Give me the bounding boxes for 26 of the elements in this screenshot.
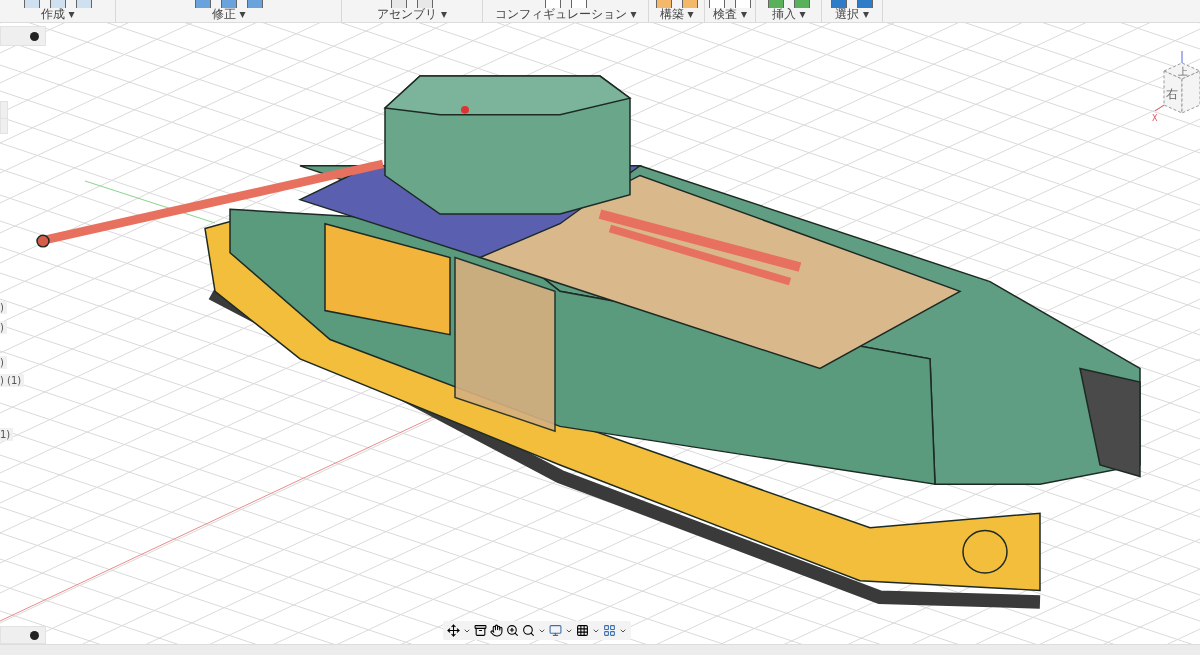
browser-item[interactable]: ) (1) — [0, 374, 25, 387]
toolbar-menu[interactable]: 検査 ▾ — [713, 8, 747, 21]
monitor-icon[interactable] — [549, 624, 562, 637]
collapse-icon[interactable] — [30, 31, 39, 41]
browser-item[interactable]: ) — [0, 356, 7, 369]
view-cube-face-label[interactable]: 上 — [1178, 66, 1188, 77]
look-at-icon[interactable] — [474, 624, 487, 637]
toolbar-menu[interactable]: 修正 ▾ — [211, 8, 246, 21]
toolbar-menu[interactable]: 選択 ▾ — [835, 8, 869, 21]
toolbar-menu[interactable]: 構築 ▾ — [659, 8, 694, 21]
toolbar-menu[interactable]: 挿入 ▾ — [771, 8, 806, 21]
collapse-icon[interactable] — [30, 630, 39, 640]
browser-item[interactable]: ) — [0, 321, 7, 334]
layout-icon[interactable] — [603, 624, 616, 637]
toolbar-menu[interactable]: アセンブリ ▾ — [377, 8, 447, 21]
search-icon[interactable] — [522, 624, 535, 637]
toolbar-menu[interactable]: 作成 ▾ — [40, 8, 75, 21]
toolbar-menu[interactable]: コンフィギュレーション ▾ — [494, 8, 637, 21]
axis-label: X — [1152, 114, 1158, 123]
grid-icon[interactable] — [576, 624, 589, 637]
orbit-icon[interactable] — [447, 624, 460, 637]
browser-item[interactable]: ) — [0, 301, 7, 314]
zoom-icon[interactable] — [506, 624, 519, 637]
view-cube-face-label[interactable]: 右 — [1166, 87, 1178, 101]
browser-item[interactable]: 1) — [0, 428, 14, 441]
pan-icon[interactable] — [490, 624, 503, 637]
